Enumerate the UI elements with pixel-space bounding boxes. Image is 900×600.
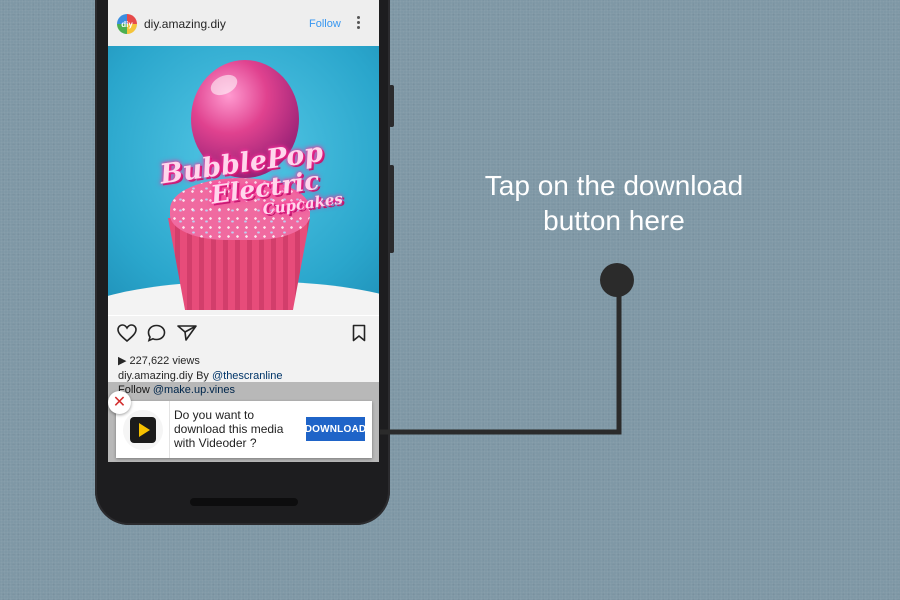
connector-dot [600, 263, 634, 297]
annotation-connector [380, 263, 634, 435]
annotation-line2: button here [543, 205, 685, 236]
annotation-text: Tap on the download button here [468, 168, 760, 238]
annotation-line1: Tap on the download [484, 170, 744, 201]
connector-line [380, 281, 622, 435]
